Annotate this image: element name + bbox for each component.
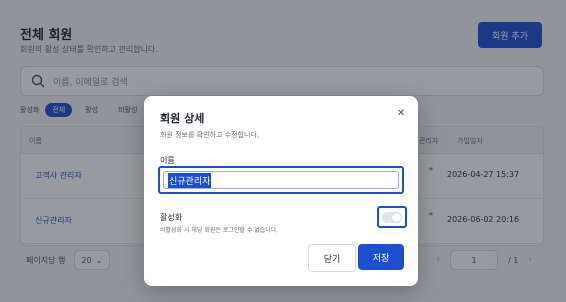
dialog-subtitle: 회원 정보를 확인하고 수정합니다. (160, 131, 260, 139)
name-field-focus-ring: 신규관리자 (158, 166, 404, 194)
close-icon[interactable]: ✕ (394, 106, 408, 120)
save-button[interactable]: 저장 (358, 244, 404, 270)
close-button[interactable]: 닫기 (308, 244, 356, 272)
active-toggle-label: 활성화 (160, 213, 183, 222)
name-field-value: 신규관리자 (168, 172, 212, 188)
active-toggle-help: 비활성화 시 해당 회원은 로그인할 수 없습니다. (160, 227, 279, 234)
member-detail-dialog: 회원 상세 회원 정보를 확인하고 수정합니다. ✕ 이름 신규관리자 활성화 … (144, 96, 418, 286)
name-field-label: 이름 (160, 156, 175, 165)
active-toggle-focus-ring (377, 206, 407, 228)
dialog-title: 회원 상세 (160, 112, 205, 125)
toggle-knob (392, 212, 401, 222)
name-field[interactable]: 신규관리자 (163, 171, 399, 189)
active-toggle[interactable] (382, 211, 402, 223)
